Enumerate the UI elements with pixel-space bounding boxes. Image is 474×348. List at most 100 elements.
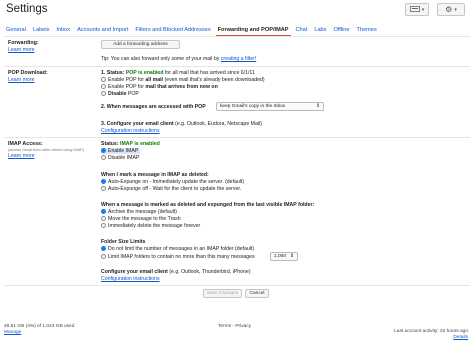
imap-learn-more-link[interactable]: Learn more: [8, 153, 35, 159]
settings-tabs: General Labels Inbox Accounts and Import…: [6, 27, 377, 37]
option-suffix: POP: [127, 91, 139, 97]
imap-deleted-heading: When I mark a message in IMAP as deleted…: [101, 172, 209, 178]
input-tools-button[interactable]: ▾: [405, 3, 429, 16]
imap-configuration-instructions-link[interactable]: Configuration instructions: [101, 276, 160, 282]
save-changes-button[interactable]: Save Changes: [203, 289, 242, 298]
configure-suffix: (e.g. Outlook, Eudora, Netscape Mail): [175, 121, 262, 127]
radio-button[interactable]: [101, 246, 106, 252]
pop-access-select[interactable]: keep Gmail's copy in the Inbox ⇕: [216, 102, 324, 111]
imap-archive-option[interactable]: Archive the message (default): [101, 209, 177, 215]
option-bold-text: Disable: [108, 91, 127, 97]
last-account-activity: Last account activity: 22 hours ago: [394, 329, 468, 334]
forwarding-label: Forwarding:: [8, 40, 39, 46]
imap-trash-option[interactable]: Move the message to the Trash: [101, 216, 181, 222]
divider: [4, 36, 470, 37]
option-text: Enable IMAP: [108, 148, 139, 154]
radio-button[interactable]: [101, 84, 106, 90]
folder-limit-option[interactable]: Limit IMAP folders to contain no more th…: [101, 254, 255, 260]
pop-access-question: 2. When messages are accessed with POP: [101, 104, 206, 110]
folder-limit-select[interactable]: 1,000 ⇕: [270, 252, 298, 261]
radio-button[interactable]: [101, 216, 106, 222]
radio-button[interactable]: [101, 186, 106, 192]
imap-expunge-off-option[interactable]: Auto-Expunge off - Wait for the client t…: [101, 186, 241, 192]
radio-button[interactable]: [101, 179, 106, 185]
imap-enable-option[interactable]: Enable IMAP: [101, 148, 141, 154]
activity-details-link[interactable]: Details: [453, 335, 468, 340]
add-forwarding-address-button[interactable]: Add a forwarding address: [101, 40, 180, 49]
keyboard-icon: [409, 5, 420, 14]
select-value: keep Gmail's copy in the Inbox: [220, 104, 286, 109]
tab-general[interactable]: General: [6, 27, 26, 33]
imap-delete-forever-option[interactable]: Immediately delete the message forever: [101, 223, 200, 229]
chevron-updown-icon: ⇕: [315, 104, 320, 109]
pop-option-disable[interactable]: Disable POP: [101, 91, 139, 97]
imap-status-value: IMAP is enabled: [120, 141, 160, 147]
page-title: Settings: [6, 3, 48, 15]
tip-text: Tip: You can also forward only some of y…: [101, 56, 220, 62]
folder-size-heading: Folder Size Limits: [101, 239, 146, 245]
option-text: Enable POP for: [108, 84, 144, 90]
pop-status-suffix: for all mail that has arrived since 6/1/…: [164, 70, 255, 76]
radio-button[interactable]: [101, 91, 106, 97]
option-text: Disable IMAP: [108, 155, 140, 161]
configure-suffix: (e.g. Outlook, Thunderbird, iPhone): [169, 269, 251, 275]
tab-themes[interactable]: Themes: [357, 27, 377, 33]
pop-status: 1. Status: POP is enabled for all mail t…: [101, 70, 255, 76]
cancel-button[interactable]: Cancel: [245, 289, 269, 298]
gear-icon: ⚙: [445, 5, 453, 14]
forwarding-learn-more-link[interactable]: Learn more: [8, 47, 35, 53]
radio-button[interactable]: [101, 223, 106, 229]
imap-expunged-heading: When a message is marked as deleted and …: [101, 202, 315, 208]
radio-button[interactable]: [101, 148, 106, 154]
configure-heading: Configure your email client: [101, 269, 168, 275]
privacy-link[interactable]: Privacy: [235, 324, 251, 329]
pop-configure-client: 3. Configure your email client (e.g. Out…: [101, 121, 262, 127]
option-suffix: (even mail that's already been downloade…: [164, 77, 265, 83]
imap-access-label: IMAP Access:: [8, 141, 43, 147]
tab-labels[interactable]: Labels: [33, 27, 49, 33]
tab-forwarding-pop-imap[interactable]: Forwarding and POP/IMAP: [215, 27, 291, 37]
radio-button[interactable]: [101, 155, 106, 161]
divider: [4, 137, 470, 138]
pop-option-from-now-on[interactable]: Enable POP for mail that arrives from no…: [101, 84, 218, 90]
tab-filters[interactable]: Filters and Blocked Addresses: [135, 27, 210, 33]
pop-learn-more-link[interactable]: Learn more: [8, 77, 35, 83]
manage-storage-link[interactable]: Manage: [4, 330, 21, 335]
pop-status-label: 1. Status:: [101, 70, 125, 76]
option-text: Do not limit the number of messages in a…: [108, 246, 255, 252]
pop-configuration-instructions-link[interactable]: Configuration instructions: [101, 128, 160, 134]
chevron-updown-icon: ⇕: [289, 254, 294, 259]
tab-accounts-and-import[interactable]: Accounts and Import: [77, 27, 128, 33]
footer-links: Terms - Privacy: [218, 324, 251, 329]
select-value: 1,000: [274, 254, 287, 259]
terms-link[interactable]: Terms: [218, 324, 231, 329]
radio-button[interactable]: [101, 209, 106, 215]
pop-status-value: POP is enabled: [125, 70, 164, 76]
option-text: Archive the message (default): [108, 209, 177, 215]
create-filter-link[interactable]: creating a filter!: [221, 56, 256, 62]
tab-chat[interactable]: Chat: [296, 27, 308, 33]
imap-status-label: Status:: [101, 141, 119, 147]
divider: [4, 285, 470, 286]
option-text: Move the message to the Trash: [108, 216, 181, 222]
settings-button[interactable]: ⚙ ▾: [437, 3, 465, 16]
tab-offline[interactable]: Offline: [333, 27, 349, 33]
imap-access-note: (access Gmail from other clients using I…: [8, 148, 84, 152]
chevron-down-icon: ▾: [421, 6, 425, 13]
option-text: Immediately delete the message forever: [108, 223, 201, 229]
tab-labs[interactable]: Labs: [314, 27, 326, 33]
pop-option-all-mail[interactable]: Enable POP for all mail (even mail that'…: [101, 77, 265, 83]
pop-download-label: POP Download:: [8, 70, 48, 76]
option-text: Auto-Expunge on - Immediately update the…: [108, 179, 245, 185]
radio-button[interactable]: [101, 254, 106, 260]
imap-expunge-on-option[interactable]: Auto-Expunge on - Immediately update the…: [101, 179, 244, 185]
tab-inbox[interactable]: Inbox: [56, 27, 70, 33]
imap-status: Status: IMAP is enabled: [101, 141, 160, 147]
imap-disable-option[interactable]: Disable IMAP: [101, 155, 139, 161]
radio-button[interactable]: [101, 77, 106, 83]
storage-usage: 48.51 GB (4%) of 1,043 GB used: [4, 324, 75, 329]
folder-no-limit-option[interactable]: Do not limit the number of messages in a…: [101, 246, 254, 252]
imap-configure-client: Configure your email client (e.g. Outloo…: [101, 269, 251, 275]
divider: [4, 66, 470, 67]
option-text: Auto-Expunge off - Wait for the client t…: [108, 186, 242, 192]
